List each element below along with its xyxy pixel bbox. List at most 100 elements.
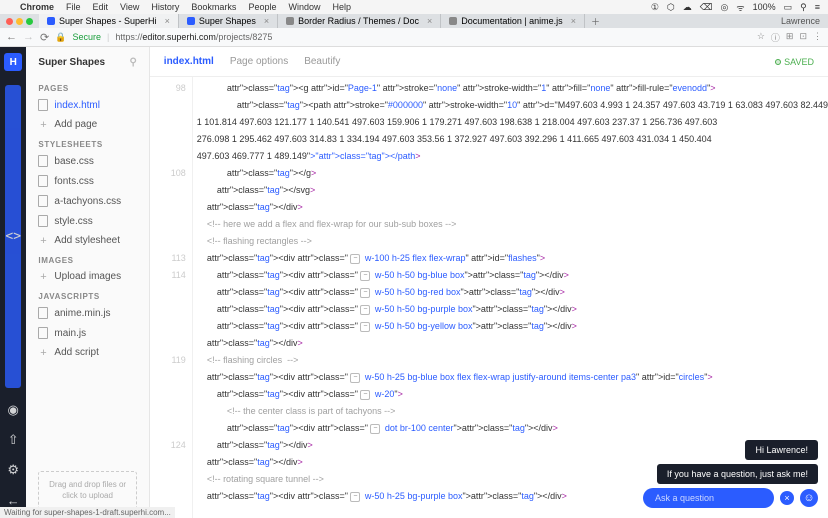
browser-tab[interactable]: Border Radius / Themes / Doc × <box>278 14 441 28</box>
sidebar-item-js[interactable]: main.js <box>26 323 148 343</box>
beautify-button[interactable]: Beautify <box>304 56 340 67</box>
window-max-icon[interactable] <box>26 18 33 25</box>
chat-bubble: If you have a question, just ask me! <box>657 464 818 484</box>
sidebar-item-index[interactable]: index.html <box>26 95 148 115</box>
back-arrow-icon[interactable]: ← <box>5 492 21 508</box>
wifi-icon: ᯤ <box>736 1 744 14</box>
profile-name[interactable]: Lawrence <box>773 16 828 26</box>
add-label: Add stylesheet <box>54 235 120 246</box>
app-rail: H <> ◉ ⇧ ⚙ ← <box>0 47 26 518</box>
menu-view[interactable]: View <box>120 2 139 12</box>
new-tab-button[interactable]: ＋ <box>585 15 606 28</box>
file-label: fonts.css <box>54 176 93 187</box>
search-icon[interactable]: ⚲ <box>129 57 136 68</box>
close-icon[interactable]: × <box>571 16 576 26</box>
page-options-button[interactable]: Page options <box>230 56 288 67</box>
logo-icon[interactable]: H <box>4 53 22 71</box>
menu-history[interactable]: History <box>151 2 179 12</box>
file-icon <box>38 215 48 227</box>
sidebar-item-css[interactable]: a-tachyons.css <box>26 191 148 211</box>
window-min-icon[interactable] <box>16 18 23 25</box>
search-icon[interactable]: ⚲ <box>800 2 807 13</box>
add-stylesheet-button[interactable]: +Add stylesheet <box>26 231 148 250</box>
app-name[interactable]: Chrome <box>20 2 54 12</box>
sidebar-item-css[interactable]: base.css <box>26 151 148 171</box>
battery-percent: 100% <box>753 2 776 12</box>
section-stylesheets: STYLESHEETS <box>26 134 148 151</box>
sidebar-item-js[interactable]: anime.min.js <box>26 303 148 323</box>
file-icon <box>38 327 48 339</box>
menu-icon[interactable]: ⋮ <box>813 31 822 44</box>
tab-label: Border Radius / Themes / Doc <box>298 16 419 26</box>
ext-icon[interactable]: ⊡ <box>799 31 807 44</box>
favicon-icon <box>47 17 55 25</box>
upload-images-button[interactable]: + Upload images <box>26 267 148 286</box>
browser-urlbar: ← → ⟳ 🔒 Secure | https://editor.superhi.… <box>0 28 828 47</box>
close-icon[interactable]: × <box>165 16 170 26</box>
file-label: style.css <box>54 216 92 227</box>
file-label: a-tachyons.css <box>54 196 121 207</box>
menu-window[interactable]: Window <box>288 2 320 12</box>
dropzone[interactable]: Drag and drop files or click to upload <box>38 471 136 510</box>
file-label: main.js <box>54 328 86 339</box>
file-sidebar: Super Shapes⚲ PAGES index.html +Add page… <box>26 47 149 518</box>
section-javascripts: JAVASCRIPTS <box>26 286 148 303</box>
close-icon[interactable]: × <box>780 491 794 505</box>
chat-input[interactable]: Ask a question <box>643 488 774 508</box>
section-images: IMAGES <box>26 250 148 267</box>
sidebar-item-css[interactable]: fonts.css <box>26 171 148 191</box>
add-label: Upload images <box>54 271 121 282</box>
reload-icon[interactable]: ⟳ <box>40 31 49 44</box>
secure-label: Secure <box>72 32 101 42</box>
tab-label: Super Shapes - SuperHi <box>59 16 157 26</box>
smile-icon[interactable]: ☺ <box>800 489 818 507</box>
file-icon <box>38 155 48 167</box>
add-script-button[interactable]: +Add script <box>26 343 148 362</box>
browser-tab[interactable]: Super Shapes - SuperHi × <box>39 14 179 28</box>
file-label: base.css <box>54 156 93 167</box>
file-icon <box>38 175 48 187</box>
favicon-icon <box>187 17 195 25</box>
browser-tab[interactable]: Super Shapes × <box>179 14 278 28</box>
editor-filename[interactable]: index.html <box>164 56 214 67</box>
url-field[interactable]: https://editor.superhi.com/projects/8275 <box>115 32 272 42</box>
plus-icon: + <box>38 348 48 358</box>
menu-icon[interactable]: ≡ <box>815 2 820 12</box>
favicon-icon <box>449 17 457 25</box>
code-icon[interactable]: <> <box>5 85 21 388</box>
add-page-button[interactable]: + Add page <box>26 115 148 134</box>
file-label: index.html <box>54 100 100 111</box>
lock-icon: 🔒 <box>55 32 66 43</box>
plus-icon: + <box>38 120 48 130</box>
macos-menubar: Chrome File Edit View History Bookmarks … <box>0 0 828 14</box>
back-icon[interactable]: ← <box>6 31 17 43</box>
file-icon <box>38 195 48 207</box>
ext-icon[interactable]: ⊞ <box>786 31 794 44</box>
upload-icon[interactable]: ⇧ <box>5 432 21 448</box>
star-icon[interactable]: ☆ <box>757 31 765 44</box>
favicon-icon <box>286 17 294 25</box>
menu-help[interactable]: Help <box>332 2 351 12</box>
status-icon: ① <box>651 2 659 13</box>
eye-icon[interactable]: ◉ <box>5 402 21 418</box>
sidebar-item-css[interactable]: style.css <box>26 211 148 231</box>
line-gutter: 98 108 113114 119 124 129 <box>150 77 192 518</box>
menu-edit[interactable]: Edit <box>93 2 109 12</box>
add-label: Add page <box>54 119 97 130</box>
tab-label: Super Shapes <box>199 16 256 26</box>
status-icon: ⬡ <box>667 2 675 13</box>
close-icon[interactable]: × <box>264 16 269 26</box>
menu-people[interactable]: People <box>248 2 276 12</box>
window-close-icon[interactable] <box>6 18 13 25</box>
file-icon <box>38 99 48 111</box>
gear-icon[interactable]: ⚙ <box>5 462 21 478</box>
menu-bookmarks[interactable]: Bookmarks <box>191 2 236 12</box>
battery-icon: ▭ <box>784 2 793 13</box>
close-icon[interactable]: × <box>427 16 432 26</box>
forward-icon[interactable]: → <box>23 31 34 43</box>
plus-icon: + <box>38 272 48 282</box>
info-icon[interactable]: ⓘ <box>771 31 780 44</box>
status-icon: ◎ <box>721 2 729 13</box>
menu-file[interactable]: File <box>66 2 81 12</box>
browser-tab[interactable]: Documentation | anime.js× <box>441 14 585 28</box>
